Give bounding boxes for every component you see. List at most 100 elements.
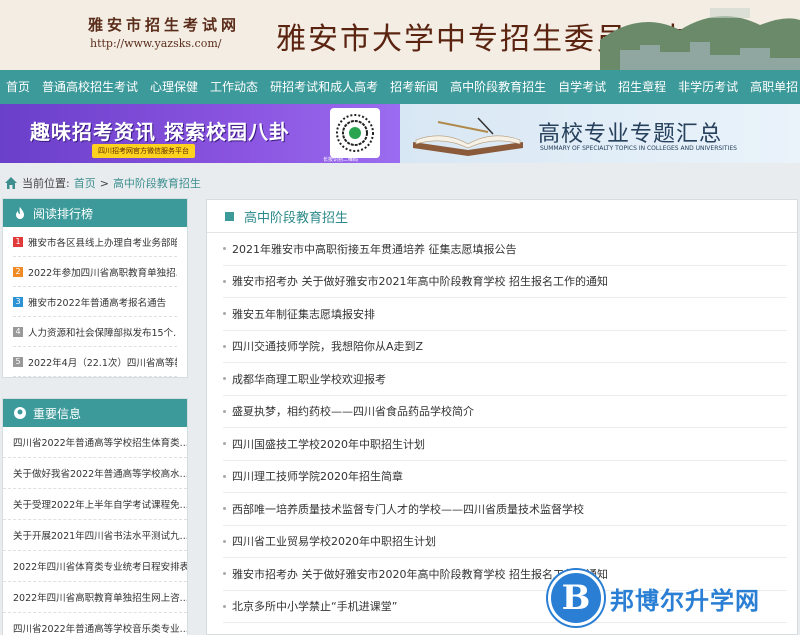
breadcrumb-current[interactable]: 高中阶段教育招生 [113,175,201,191]
rank-item-text: 人力资源和社会保障部拟发布15个... [28,327,177,339]
bullet-dot-icon [223,279,226,283]
promo-banner-wechat[interactable]: 趣味招考资讯 探索校园八卦 四川招考网官方微信服务平台 长按识别二维码 [0,104,400,163]
important-info-item[interactable]: 四川省2022年普通高等学校音乐类专业... [3,613,187,635]
important-info-item[interactable]: 2022年四川省体育类专业统考日程安排表 [3,551,187,582]
flame-icon [16,207,24,219]
nav-item-charter[interactable]: 招生章程 [612,70,672,104]
nav-item-self-study[interactable]: 自学考试 [552,70,612,104]
article-title[interactable]: 北京多所中小学禁止“手机进课堂” [232,598,397,614]
article-title[interactable]: 四川交通技师学院，我想陪你从A走到Z [232,338,423,354]
nav-item-psychology[interactable]: 心理保健 [144,70,204,104]
qr-caption: 长按识别二维码 [323,157,359,163]
nav-item-vocational[interactable]: 高职单招 [744,70,800,104]
nav-item-exam-news[interactable]: 招考新闻 [384,70,444,104]
reading-rank-item[interactable]: 5 2022年4月（22.1次）四川省高等教... [13,347,177,377]
rank-item-text: 雅安市各区县线上办理自考业务部暗... [28,237,177,249]
article-title[interactable]: 四川省工业贸易学校2020年中职招生计划 [232,533,436,549]
article-item[interactable]: 雅安市招考办 关于做好雅安市2021年高中阶段教育学校 招生报名工作的通知 [223,266,787,298]
article-item[interactable]: 四川理工技师学院2020年招生简章 [223,461,787,493]
article-item[interactable]: 四川省工业贸易学校2020年中职招生计划 [223,526,787,558]
important-info-header: 重要信息 [3,399,187,427]
rank-item-text: 2022年4月（22.1次）四川省高等教... [28,357,177,369]
bullet-dot-icon [223,539,226,543]
important-info-list: 四川省2022年普通高等学校招生体育类... 关于做好我省2022年普通高等学校高… [3,427,187,635]
important-info-item[interactable]: 关于做好我省2022年普通高等学校高水... [3,458,187,489]
reading-rank-item[interactable]: 2 2022年参加四川省高职教育单独招... [13,257,177,287]
nav-item-postgrad[interactable]: 研招考试和成人高考 [264,70,384,104]
important-info-item[interactable]: 关于开展2021年四川省书法水平测试九... [3,520,187,551]
promo-right-title: 高校专业专题汇总 [538,122,723,147]
rank-number-badge: 1 [13,236,23,247]
main-nav: 首页 普通高校招生考试 心理保健 工作动态 研招考试和成人高考 招考新闻 高中阶… [0,70,800,104]
bullet-dot-icon [223,507,226,511]
promo-left-title: 趣味招考资讯 探索校园八卦 [30,120,290,144]
city-skyline-decoration [600,8,800,70]
bullet-dot-icon [223,344,226,348]
rank-item-text: 2022年参加四川省高职教育单独招... [28,267,177,279]
breadcrumb-separator: > [99,176,109,190]
article-title[interactable]: 西部唯一培养质量技术监督专门人才的学校——四川省质量技术监督学校 [232,501,584,517]
article-title[interactable]: 2021年雅安市中高职衔接五年贯通培养 征集志愿填报公告 [232,241,517,257]
bullet-dot-icon [223,572,226,576]
reading-rank-item[interactable]: 4 人力资源和社会保障部拟发布15个... [13,317,177,347]
nav-item-non-degree[interactable]: 非学历考试 [672,70,744,104]
location-pin-icon [14,407,26,419]
important-info-item[interactable]: 四川省2022年普通高等学校招生体育类... [3,427,187,458]
promo-banner-specialty[interactable]: 高校专业专题汇总 SUMMARY OF SPECIALTY TOPICS IN … [400,104,800,163]
nav-item-highschool[interactable]: 高中阶段教育招生 [444,70,552,104]
bullet-dot-icon [223,442,226,446]
nav-item-gaokao[interactable]: 普通高校招生考试 [36,70,144,104]
bullet-dot-icon [223,377,226,381]
promo-right-subtitle: SUMMARY OF SPECIALTY TOPICS IN COLLEGES … [540,145,737,152]
article-item[interactable]: 2021年雅安市中高职衔接五年贯通培养 征集志愿填报公告 [223,233,787,266]
home-icon [5,177,17,189]
article-item[interactable]: 四川国盛技工学校2020年中职招生计划 [223,428,787,461]
important-info-panel: 重要信息 四川省2022年普通高等学校招生体育类... 关于做好我省2022年普通… [2,398,188,635]
nav-item-home[interactable]: 首页 [0,70,36,104]
article-item[interactable]: 西部唯一培养质量技术监督专门人才的学校——四川省质量技术监督学校 [223,493,787,526]
open-book-icon [413,117,523,156]
site-logo-text[interactable]: 雅安市招生考试网 [88,14,240,35]
article-title[interactable]: 四川理工技师学院2020年招生简章 [232,468,403,484]
article-title[interactable]: 雅安市招考办 关于做好雅安市2021年高中阶段教育学校 招生报名工作的通知 [232,273,608,289]
section-square-icon [225,211,234,221]
promo-left-subtitle: 四川招考网官方微信服务平台 [92,144,195,158]
article-panel-header: 高中阶段教育招生 [207,200,797,233]
reading-rank-item[interactable]: 3 雅安市2022年普通高考报名通告 [13,287,177,317]
qr-code-icon [330,108,380,158]
article-title[interactable]: 成都华商理工职业学校欢迎报考 [232,371,386,387]
bullet-dot-icon [223,474,226,478]
bullet-dot-icon [223,312,226,316]
article-item[interactable]: 四川交通技师学院，我想陪你从A走到Z [223,331,787,363]
article-item[interactable]: 成都华商理工职业学校欢迎报考 [223,363,787,396]
article-item[interactable]: 雅安五年制征集志愿填报安排 [223,298,787,331]
article-title[interactable]: 雅安五年制征集志愿填报安排 [232,306,375,322]
rank-number-badge: 5 [13,356,23,367]
watermark-text: 邦博尔升学网 [610,586,760,615]
site-logo-url[interactable]: http://www.yazsks.com/ [90,37,221,50]
breadcrumb-home-link[interactable]: 首页 [74,175,96,191]
important-info-item[interactable]: 2022年四川省高职教育单独招生网上咨... [3,582,187,613]
reading-rank-list: 1 雅安市各区县线上办理自考业务部暗... 2 2022年参加四川省高职教育单独招..… [3,227,187,377]
rank-number-badge: 4 [13,326,23,337]
article-item[interactable]: 盛夏执梦，相约药校——四川省食品药品学校简介 [223,396,787,428]
article-title[interactable]: 盛夏执梦，相约药校——四川省食品药品学校简介 [232,403,474,419]
article-panel-title: 高中阶段教育招生 [244,210,349,226]
important-info-title: 重要信息 [33,406,82,421]
reading-rank-title: 阅读排行榜 [33,206,94,221]
site-header: 雅安市招生考试网 http://www.yazsks.com/ 雅安市大学中专招… [0,0,800,70]
nav-item-work-news[interactable]: 工作动态 [204,70,264,104]
bullet-dot-icon [223,409,226,413]
breadcrumb-label: 当前位置: [22,177,70,190]
article-list: 2021年雅安市中高职衔接五年贯通培养 征集志愿填报公告雅安市招考办 关于做好雅… [207,233,797,623]
important-info-item[interactable]: 关于受理2022年上半年自学考试课程免... [3,489,187,520]
reading-rank-panel: 阅读排行榜 1 雅安市各区县线上办理自考业务部暗... 2 2022年参加四川省高职教… [2,198,188,378]
rank-number-badge: 2 [13,266,23,277]
article-title[interactable]: 四川国盛技工学校2020年中职招生计划 [232,436,425,452]
watermark-logo-icon: B [548,570,604,626]
rank-number-badge: 3 [13,296,23,307]
bullet-dot-icon [223,247,226,251]
reading-rank-item[interactable]: 1 雅安市各区县线上办理自考业务部暗... [13,227,177,257]
bullet-dot-icon [223,604,226,608]
breadcrumb: 当前位置: 首页 > 高中阶段教育招生 [4,175,205,191]
